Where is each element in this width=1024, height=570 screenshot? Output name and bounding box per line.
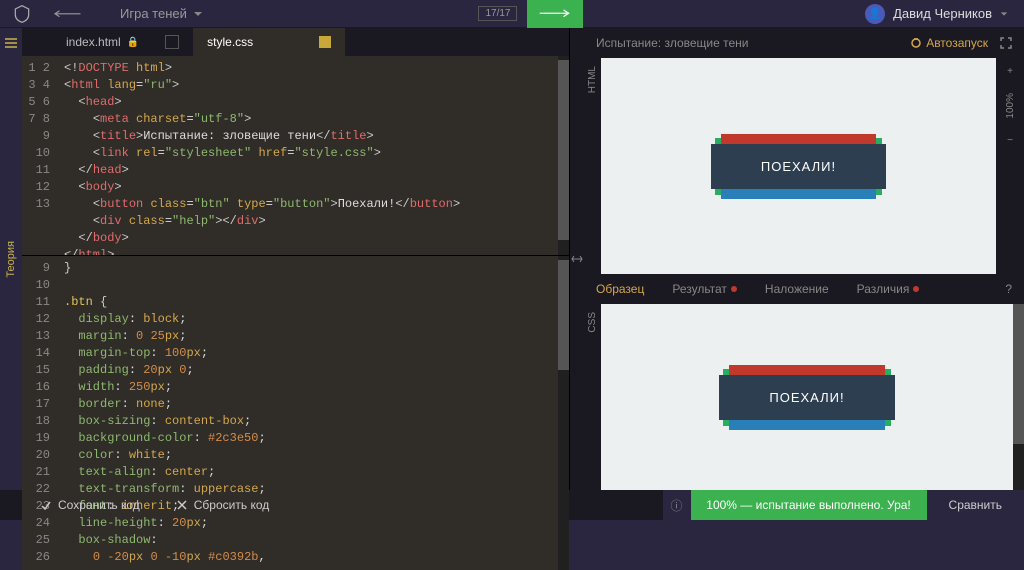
tab-diff[interactable]: Различия <box>857 282 920 296</box>
tab-sample[interactable]: Образец <box>596 282 644 296</box>
css-gutter: 9 10 11 12 13 14 15 16 17 18 19 20 21 22… <box>22 256 58 570</box>
lock-icon: 🔒 <box>127 37 139 48</box>
info-icon[interactable]: ⓘ <box>663 490 691 520</box>
menu-icon[interactable] <box>3 35 19 54</box>
split-icon[interactable] <box>165 35 179 49</box>
fullscreen-icon[interactable] <box>1000 37 1012 49</box>
reset-button[interactable]: Сбросить код <box>158 490 287 520</box>
nav-next-button[interactable] <box>527 0 583 28</box>
resize-handle[interactable] <box>570 28 584 490</box>
preview-sample: ПОЕХАЛИ! <box>601 304 1013 490</box>
user-menu[interactable]: 👤 Давид Черников <box>859 4 1014 24</box>
html-editor[interactable]: <!DOCTYPE html> <html lang="ru"> <head> … <box>58 56 558 255</box>
status-bar: 100% — испытание выполнено. Ура! <box>691 490 927 520</box>
tab-index-html[interactable]: index.html🔒 <box>52 28 193 56</box>
html-label: HTML <box>587 66 598 93</box>
logo[interactable] <box>10 2 34 26</box>
css-label: CSS <box>587 312 598 333</box>
split-icon-active[interactable] <box>319 36 331 48</box>
save-button[interactable]: Сохранить код <box>22 490 158 520</box>
preview-title: Испытание: зловещие тени <box>596 36 749 50</box>
breadcrumb[interactable]: Игра теней <box>120 6 203 21</box>
help-icon[interactable]: ? <box>1005 282 1012 296</box>
zoom-out[interactable]: − <box>1007 127 1013 154</box>
sample-scrollbar[interactable] <box>1013 304 1024 490</box>
autostart-toggle[interactable]: Автозапуск <box>910 36 988 50</box>
html-scrollbar[interactable] <box>558 56 569 255</box>
css-scrollbar[interactable] <box>558 256 569 570</box>
sample-button: ПОЕХАЛИ! <box>719 375 894 420</box>
preview-result: ПОЕХАЛИ! <box>601 58 996 274</box>
tab-overlay[interactable]: Наложение <box>765 282 829 296</box>
theory-tab[interactable]: Теория <box>5 241 17 278</box>
zoom-in[interactable]: + <box>1007 58 1013 85</box>
avatar: 👤 <box>865 4 885 24</box>
nav-back-button[interactable] <box>42 2 92 26</box>
html-gutter: 1 2 3 4 5 6 7 8 9 10 11 12 13 <box>22 56 58 255</box>
compare-button[interactable]: Сравнить <box>927 490 1024 520</box>
progress-badge: 17/17 <box>478 6 517 21</box>
tab-style-css[interactable]: style.css <box>193 28 345 56</box>
css-editor[interactable]: } .btn { display: block; margin: 0 25px;… <box>58 256 558 570</box>
preview-button: ПОЕХАЛИ! <box>711 144 886 189</box>
tab-result[interactable]: Результат <box>672 282 737 296</box>
zoom-value: 100% <box>1005 85 1016 127</box>
